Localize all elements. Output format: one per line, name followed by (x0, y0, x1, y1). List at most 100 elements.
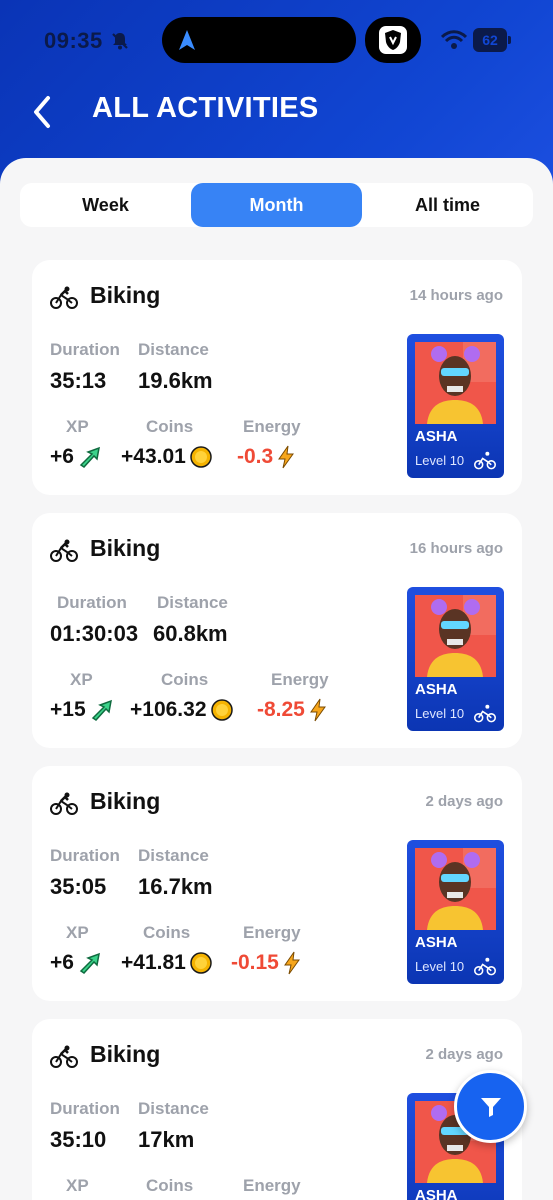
duration-label: Duration (50, 340, 120, 359)
duration-value: 35:05 (50, 874, 107, 899)
coins-label: Coins (143, 923, 191, 942)
avatar-level: Level 10 (415, 453, 465, 468)
activity-type: Biking (90, 535, 161, 561)
distance-label: Distance (138, 340, 209, 359)
coins-stat: +106.32 (130, 698, 233, 722)
avatar-name: ASHA (415, 681, 458, 698)
avatar-level: Level 10 (415, 706, 465, 721)
xp-stat: +6 (50, 445, 102, 469)
duration-label: Duration (57, 593, 127, 612)
coins-value: +43.01 (121, 445, 186, 468)
xp-value: +6 (50, 951, 74, 974)
status-time: 09:35 (44, 28, 103, 53)
activity-type: Biking (90, 788, 161, 814)
avatar-level: Level 10 (415, 959, 465, 974)
coins-value: +106.32 (130, 698, 207, 721)
xp-arrow-icon (91, 700, 112, 722)
coin-icon (190, 446, 212, 469)
energy-stat: -0.15 (231, 951, 301, 975)
energy-stat: -8.25 (257, 698, 327, 722)
distance-label: Distance (138, 846, 209, 865)
distance-label: Distance (157, 593, 228, 612)
coins-label: Coins (146, 417, 194, 436)
avatar-card[interactable]: ASHA Level 10 (407, 587, 504, 731)
energy-value: -8.25 (257, 698, 305, 721)
duration-value: 35:10 (50, 1127, 107, 1152)
avatar-name: ASHA (415, 934, 458, 951)
activity-card[interactable]: Biking 2 days ago Duration Distance 35:0… (32, 766, 522, 1001)
xp-value: +6 (50, 445, 74, 468)
xp-value: +15 (50, 698, 86, 721)
duration-value: 01:30:03 (50, 621, 139, 646)
coins-stat: +43.01 (121, 445, 212, 469)
page-title: ALL ACTIVITIES (92, 92, 319, 124)
lightning-icon (309, 699, 326, 722)
coins-value: +41.81 (121, 951, 186, 974)
tab-month[interactable]: Month (191, 183, 362, 227)
activity-time-ago: 2 days ago (425, 1046, 503, 1063)
activity-card[interactable]: Biking 2 days ago Duration Distance 35:1… (32, 1019, 522, 1200)
avatar-card[interactable]: ASHA Level 10 (407, 334, 504, 478)
bell-muted-icon (112, 33, 128, 50)
biking-icon (474, 451, 496, 470)
period-tabs: Week Month All time (20, 183, 533, 227)
energy-stat: -0.3 (237, 445, 295, 469)
avatar-portrait (415, 595, 496, 677)
xp-label: XP (66, 923, 89, 942)
lightning-icon (278, 446, 295, 469)
biking-icon (50, 792, 78, 815)
navigation-arrow-icon (179, 30, 195, 50)
biking-icon (50, 1045, 78, 1068)
activity-time-ago: 14 hours ago (409, 287, 503, 304)
energy-label: Energy (271, 670, 329, 689)
coin-icon (190, 952, 212, 975)
xp-stat: +6 (50, 951, 102, 975)
coins-stat: +41.81 (121, 951, 212, 975)
xp-label: XP (70, 670, 93, 689)
wifi-icon (441, 30, 467, 49)
tab-all-time[interactable]: All time (362, 183, 533, 227)
energy-label: Energy (243, 923, 301, 942)
coins-label: Coins (146, 1176, 194, 1195)
filter-button[interactable] (454, 1070, 527, 1143)
duration-label: Duration (50, 1099, 120, 1118)
tab-week[interactable]: Week (20, 183, 191, 227)
distance-value: 16.7km (138, 874, 213, 899)
avatar-card[interactable]: ASHA Level 10 (407, 840, 504, 984)
status-bar: 09:35 62 (0, 0, 553, 80)
duration-label: Duration (50, 846, 120, 865)
filter-icon (481, 1098, 501, 1117)
back-arrow-icon[interactable] (30, 94, 54, 130)
avatar-name: ASHA (415, 1187, 458, 1200)
duration-value: 35:13 (50, 368, 107, 393)
coin-icon (210, 699, 233, 722)
biking-icon (474, 704, 496, 723)
app-badge (365, 17, 421, 63)
activity-card[interactable]: Biking 14 hours ago Duration Distance 35… (32, 260, 522, 495)
xp-arrow-icon (79, 953, 100, 975)
distance-value: 19.6km (138, 368, 213, 393)
lightning-icon (283, 952, 300, 975)
shield-icon (379, 26, 407, 54)
distance-label: Distance (138, 1099, 209, 1118)
distance-value: 17km (138, 1127, 195, 1152)
activity-type: Biking (90, 1041, 161, 1067)
battery-indicator: 62 (473, 28, 511, 52)
biking-icon (50, 539, 78, 562)
energy-value: -0.15 (231, 951, 279, 974)
xp-stat: +15 (50, 698, 114, 722)
xp-label: XP (66, 1176, 89, 1195)
xp-label: XP (66, 417, 89, 436)
activity-type: Biking (90, 282, 161, 308)
energy-value: -0.3 (237, 445, 274, 468)
activity-time-ago: 2 days ago (425, 793, 503, 810)
avatar-name: ASHA (415, 428, 458, 445)
coins-label: Coins (161, 670, 209, 689)
energy-label: Energy (243, 417, 301, 436)
biking-icon (50, 286, 78, 309)
energy-label: Energy (243, 1176, 301, 1195)
biking-icon (474, 957, 496, 976)
avatar-portrait (415, 342, 496, 424)
activity-card[interactable]: Biking 16 hours ago Duration Distance 01… (32, 513, 522, 748)
distance-value: 60.8km (153, 621, 228, 646)
